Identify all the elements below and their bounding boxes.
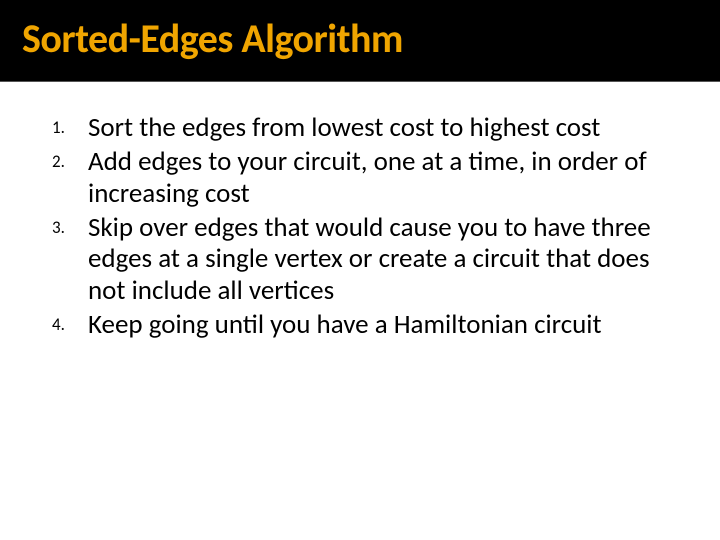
slide-title: Sorted-Edges Algorithm — [22, 14, 720, 63]
list-item: Add edges to your circuit, one at a time… — [44, 146, 676, 210]
algorithm-steps: Sort the edges from lowest cost to highe… — [44, 112, 676, 341]
slide: Sorted-Edges Algorithm Sort the edges fr… — [0, 0, 720, 540]
slide-content: Sort the edges from lowest cost to highe… — [0, 82, 720, 341]
list-item: Sort the edges from lowest cost to highe… — [44, 112, 676, 144]
title-bar: Sorted-Edges Algorithm — [0, 0, 720, 82]
list-item: Keep going until you have a Hamiltonian … — [44, 309, 676, 341]
list-item: Skip over edges that would cause you to … — [44, 212, 676, 308]
